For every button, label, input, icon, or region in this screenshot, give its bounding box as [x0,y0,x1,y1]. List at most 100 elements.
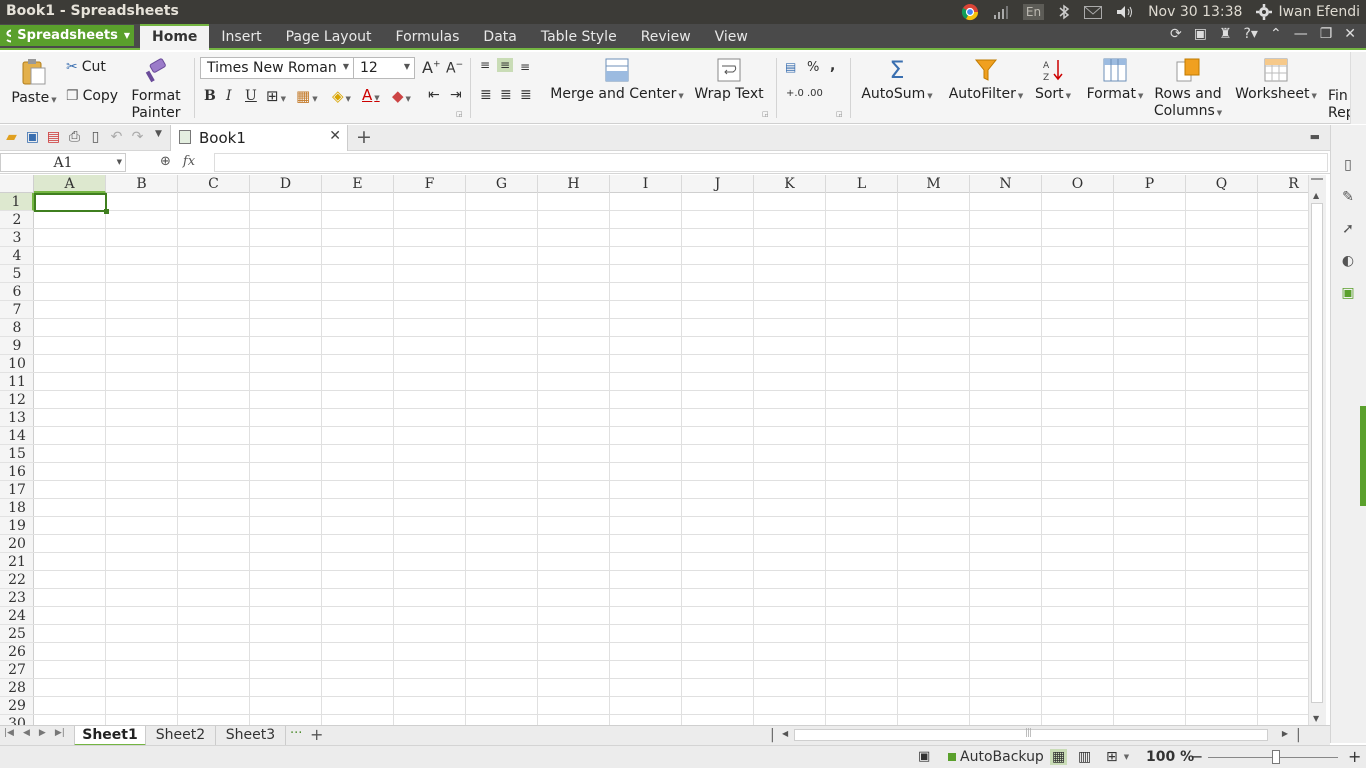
column-header[interactable]: I [610,175,682,193]
increase-decimal-icon[interactable]: +.0 [786,88,804,99]
decrease-indent-icon[interactable]: ⇤ [428,87,440,103]
network-signal-icon[interactable] [993,4,1009,20]
currency-format-icon[interactable]: ▤ [785,60,796,74]
worksheet-button[interactable]: Worksheet ▼ [1232,58,1320,105]
scroll-right-arrow-icon[interactable]: ▶ [1282,729,1288,738]
tab-home[interactable]: Home [140,24,210,50]
font-color-icon[interactable]: A ▼ [362,86,380,104]
add-sheet-icon[interactable]: + [310,725,323,744]
next-sheet-icon[interactable]: ▶ [39,728,46,738]
print-icon[interactable]: ⎙ [67,129,82,145]
insert-function-button[interactable]: fx [183,154,195,169]
percent-format-button[interactable]: % [807,60,819,75]
font-dialog-launcher-icon[interactable]: ◲ [456,110,463,118]
row-header[interactable]: 22 [0,571,34,589]
mail-icon[interactable] [1084,5,1103,19]
underline-button[interactable]: U [245,88,257,104]
tab-view[interactable]: View [703,24,760,50]
close-tab-icon[interactable]: ✕ [329,128,341,144]
decrease-font-size-icon[interactable]: A− [446,60,463,77]
align-middle-icon[interactable]: ≡ [497,58,514,72]
column-header[interactable]: M [898,175,970,193]
prev-sheet-icon[interactable]: ◀ [23,728,30,738]
save-icon[interactable]: ▣ [25,129,40,145]
export-icon[interactable]: ▣ [1194,26,1207,42]
format-painter-button[interactable]: Format Painter [126,58,186,122]
vertical-scroll-thumb[interactable] [1311,203,1323,703]
name-box[interactable]: A1 ▼ [0,153,126,172]
vertical-scrollbar[interactable]: ▲ ▼ [1308,175,1326,725]
restore-icon[interactable]: ❐ [1320,26,1333,42]
tab-page-layout[interactable]: Page Layout [274,24,384,50]
sheet-tab-sheet1[interactable]: Sheet1 [74,726,146,746]
undo-icon[interactable]: ↶ [109,129,124,145]
row-header[interactable]: 10 [0,355,34,373]
autofilter-button[interactable]: AutoFilter ▼ [942,58,1030,105]
column-header[interactable]: C [178,175,250,193]
open-folder-icon[interactable]: ▰ [4,129,19,145]
task-pane-toggle-handle[interactable] [1360,406,1366,506]
row-header[interactable]: 8 [0,319,34,337]
backup-icon[interactable]: ▣ [1340,285,1356,301]
row-header[interactable]: 20 [0,535,34,553]
select-all-corner[interactable] [0,175,34,193]
find-replace-button[interactable]: Fin Rep [1328,88,1350,122]
decrease-decimal-icon[interactable]: .00 [807,88,823,99]
zoom-out-icon[interactable]: − [1190,747,1203,766]
fill-color-icon[interactable]: ◈ ▼ [332,87,351,105]
select-icon[interactable]: ➚ [1340,221,1356,237]
row-header[interactable]: 7 [0,301,34,319]
page-break-view-icon[interactable]: ▥ [1078,749,1091,765]
column-header[interactable]: F [394,175,466,193]
last-sheet-icon[interactable]: ▶| [55,728,65,738]
row-header[interactable]: 19 [0,517,34,535]
row-header[interactable]: 12 [0,391,34,409]
row-header[interactable]: 18 [0,499,34,517]
row-header[interactable]: 28 [0,679,34,697]
italic-button[interactable]: I [226,88,232,104]
column-header[interactable]: B [106,175,178,193]
column-header[interactable]: N [970,175,1042,193]
row-header[interactable]: 2 [0,211,34,229]
horizontal-scroll-thumb[interactable]: ||| [794,728,1268,741]
print-preview-icon[interactable]: ▯ [88,129,103,145]
redo-icon[interactable]: ↷ [130,129,145,145]
document-tab[interactable]: Book1 ✕ [170,125,348,151]
column-header[interactable]: H [538,175,610,193]
row-header[interactable]: 5 [0,265,34,283]
align-left-icon[interactable]: ≣ [480,87,492,103]
zoom-in-icon[interactable]: + [1348,747,1361,766]
scroll-up-arrow-icon[interactable]: ▲ [1313,191,1319,200]
column-header[interactable]: A [34,175,106,193]
ribbon-scrollbar[interactable] [1350,52,1366,124]
clock[interactable]: Nov 30 13:38 [1148,4,1242,20]
row-header[interactable]: 24 [0,607,34,625]
column-header[interactable]: K [754,175,826,193]
bluetooth-icon[interactable] [1058,4,1070,20]
column-header[interactable]: Q [1186,175,1258,193]
keyboard-language-indicator[interactable]: En [1022,4,1045,20]
alignment-dialog-launcher-icon[interactable]: ◲ [762,110,769,118]
split-handle[interactable]: | [1296,727,1301,743]
format-button[interactable]: Format ▼ [1082,58,1148,105]
zoom-slider-thumb[interactable] [1272,750,1280,764]
column-header[interactable]: R [1258,175,1308,193]
tab-split-handle[interactable]: | [770,727,775,743]
split-handle[interactable] [1311,178,1323,180]
column-header[interactable]: G [466,175,538,193]
comma-format-button[interactable]: , [830,58,835,74]
autobackup-indicator[interactable]: AutoBackup [948,749,1044,765]
column-header[interactable]: D [250,175,322,193]
row-header[interactable]: 30 [0,715,34,725]
row-header[interactable]: 26 [0,643,34,661]
clear-format-icon[interactable]: ◆ ▼ [392,87,411,105]
tab-insert[interactable]: Insert [209,24,273,50]
volume-icon[interactable] [1116,5,1134,19]
row-header[interactable]: 4 [0,247,34,265]
align-bottom-icon[interactable]: ≡ [520,60,530,74]
column-header[interactable]: J [682,175,754,193]
align-center-icon[interactable]: ≣ [500,87,512,103]
borders-icon[interactable]: ⊞ ▼ [266,87,286,105]
row-header[interactable]: 27 [0,661,34,679]
style-format-icon[interactable]: ✎ [1340,189,1356,205]
